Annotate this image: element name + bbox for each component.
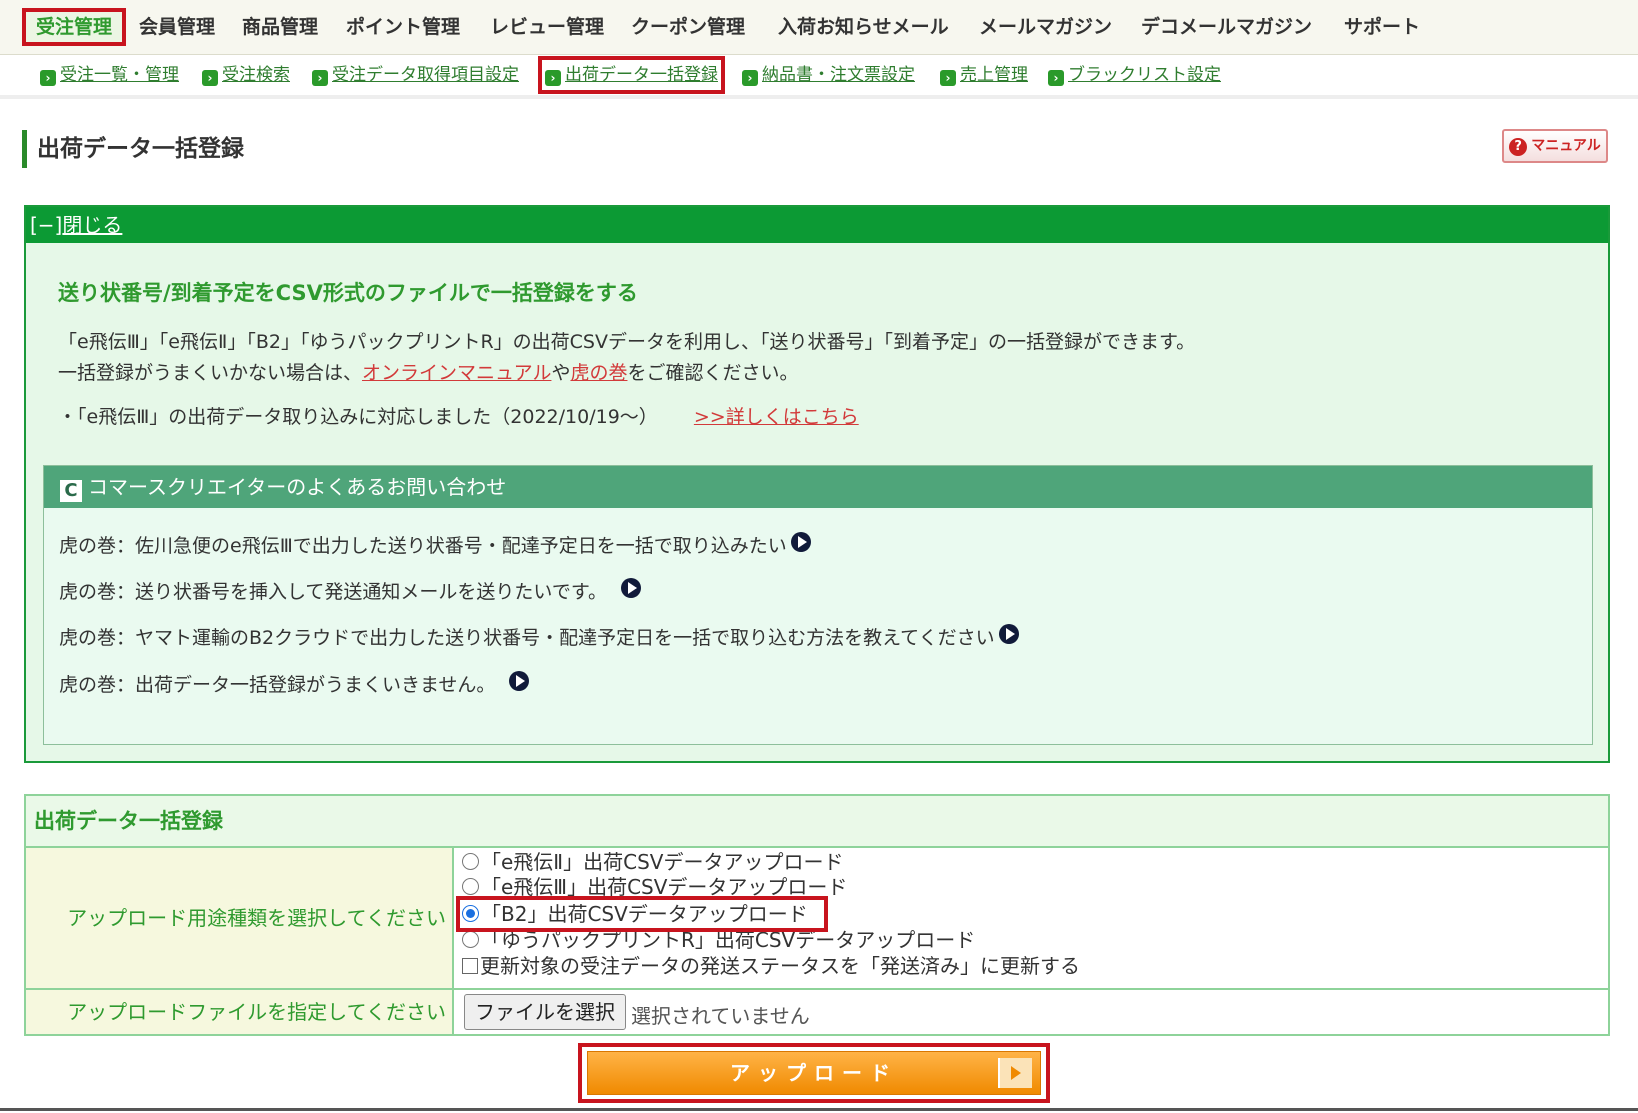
radio-button[interactable]	[462, 931, 479, 948]
subnav-invoice-settings[interactable]: › 納品書・注文票設定	[742, 63, 915, 87]
bottom-divider	[0, 1108, 1638, 1111]
info-notice: ・「e飛伝Ⅲ」の出荷データ取り込みに対応しました（2022/10/19～） >>…	[58, 406, 859, 428]
nav-mail-magazine[interactable]: メールマガジン	[979, 12, 1112, 42]
arrow-right-icon: ›	[312, 70, 328, 86]
radio-button[interactable]	[462, 853, 479, 870]
option-b2[interactable]: 「B2」出荷CSVデータアップロード	[456, 896, 828, 932]
upload-file-label: アップロードファイルを指定してください	[26, 990, 454, 1034]
play-icon	[620, 578, 641, 598]
upload-form-panel: 出荷データ一括登録 アップロード用途種類を選択してください 「e飛伝Ⅱ」出荷CS…	[24, 794, 1610, 1036]
arrow-right-icon	[998, 1058, 1032, 1088]
arrow-right-icon: ›	[545, 70, 561, 86]
subnav-order-data-fields[interactable]: › 受注データ取得項目設定	[312, 63, 519, 87]
upload-button-highlight: アップロード	[578, 1043, 1050, 1103]
info-panel-header: [−]閉じる	[26, 207, 1608, 243]
info-heading: 送り状番号/到着予定をCSV形式のファイルで一括登録をする	[58, 281, 638, 305]
faq-item[interactable]: 虎の巻：送り状番号を挿入して発送通知メールを送りたいです。	[59, 577, 641, 604]
nav-deco-mail-magazine[interactable]: デコメールマガジン	[1141, 12, 1312, 42]
arrow-right-icon: ›	[40, 70, 56, 86]
nav-coupon-management[interactable]: クーポン管理	[631, 12, 745, 42]
nav-review-management[interactable]: レビュー管理	[490, 12, 604, 42]
option-yupack-print-r[interactable]: 「ゆうパックプリントR」出荷CSVデータアップロード	[462, 928, 975, 952]
details-link[interactable]: >>詳しくはこちら	[694, 406, 859, 428]
radio-button-selected[interactable]	[462, 905, 479, 922]
info-panel: [−]閉じる 送り状番号/到着予定をCSV形式のファイルで一括登録をする 「e飛…	[24, 205, 1610, 763]
faq-header: C コマースクリエイターのよくあるお問い合わせ	[44, 466, 1592, 508]
subnav-sales-management[interactable]: › 売上管理	[940, 63, 1028, 87]
nav-product-management[interactable]: 商品管理	[242, 12, 318, 42]
nav-point-management[interactable]: ポイント管理	[346, 12, 460, 42]
subnav-order-search[interactable]: › 受注検索	[202, 63, 290, 87]
choose-file-button[interactable]: ファイルを選択	[464, 994, 626, 1030]
play-icon	[790, 532, 811, 552]
play-icon	[998, 624, 1019, 644]
online-manual-link[interactable]: オンラインマニュアル	[362, 362, 551, 384]
arrow-right-icon: ›	[202, 70, 218, 86]
radio-button[interactable]	[462, 878, 479, 895]
form-heading: 出荷データ一括登録	[26, 796, 1608, 848]
option-ehiden3[interactable]: 「e飛伝Ⅲ」出荷CSVデータアップロード	[462, 875, 847, 899]
option-ehiden2[interactable]: 「e飛伝Ⅱ」出荷CSVデータアップロード	[462, 850, 844, 874]
arrow-right-icon: ›	[742, 70, 758, 86]
status-update-checkbox[interactable]	[462, 958, 478, 974]
upload-type-label: アップロード用途種類を選択してください	[26, 848, 454, 988]
info-help-line: 一括登録がうまくいかない場合は、オンラインマニュアルや虎の巻をご確認ください。	[58, 362, 799, 384]
close-link[interactable]: 閉じる	[62, 213, 122, 237]
arrow-right-icon: ›	[940, 70, 956, 86]
upload-file-row: アップロードファイルを指定してください ファイルを選択 選択されていません	[26, 990, 1608, 1034]
nav-restock-mail[interactable]: 入荷お知らせメール	[778, 12, 949, 42]
question-icon: ?	[1509, 138, 1528, 156]
nav-member-management[interactable]: 会員管理	[139, 12, 215, 42]
commerce-creator-icon: C	[60, 480, 82, 502]
faq-item[interactable]: 虎の巻：出荷データ一括登録がうまくいきません。	[59, 670, 530, 697]
sub-navigation: › 受注一覧・管理 › 受注検索 › 受注データ取得項目設定 › 出荷データ一括登録 ›…	[0, 55, 1638, 99]
arrow-right-icon: ›	[1048, 70, 1064, 86]
upload-type-row: アップロード用途種類を選択してください 「e飛伝Ⅱ」出荷CSVデータアップロード…	[26, 848, 1608, 990]
subnav-order-list[interactable]: › 受注一覧・管理	[40, 63, 179, 87]
file-status: 選択されていません	[631, 1004, 810, 1028]
upload-button[interactable]: アップロード	[587, 1051, 1041, 1095]
subnav-blacklist-settings[interactable]: › ブラックリスト設定	[1048, 63, 1221, 87]
faq-item[interactable]: 虎の巻：ヤマト運輸のB2クラウドで出力した送り状番号・配達予定日を一括で取り込む…	[59, 623, 1019, 650]
subnav-shipping-bulk-register[interactable]: › 出荷データ一括登録	[538, 56, 725, 94]
manual-button[interactable]: ? マニュアル	[1502, 129, 1608, 163]
faq-item[interactable]: 虎の巻：佐川急便のe飛伝Ⅲで出力した送り状番号・配達予定日を一括で取り込みたい	[59, 531, 811, 558]
top-navigation: 受注管理 会員管理 商品管理 ポイント管理 レビュー管理 クーポン管理 入荷お知…	[0, 0, 1638, 55]
page-title: 出荷データ一括登録	[22, 130, 244, 168]
info-description: 「e飛伝Ⅲ」「e飛伝Ⅱ」「B2」「ゆうパックプリントR」の出荷CSVデータを利用…	[58, 331, 1196, 353]
play-icon	[509, 671, 530, 691]
nav-support[interactable]: サポート	[1344, 12, 1420, 42]
tora-no-maki-link[interactable]: 虎の巻	[570, 362, 627, 384]
status-update-checkbox-row[interactable]: 更新対象の受注データの発送ステータスを「発送済み」に更新する	[462, 954, 1080, 978]
collapse-indicator: [−]	[30, 213, 63, 237]
nav-order-management[interactable]: 受注管理	[21, 8, 127, 46]
faq-box: C コマースクリエイターのよくあるお問い合わせ 虎の巻：佐川急便のe飛伝Ⅲで出力し…	[43, 465, 1593, 745]
